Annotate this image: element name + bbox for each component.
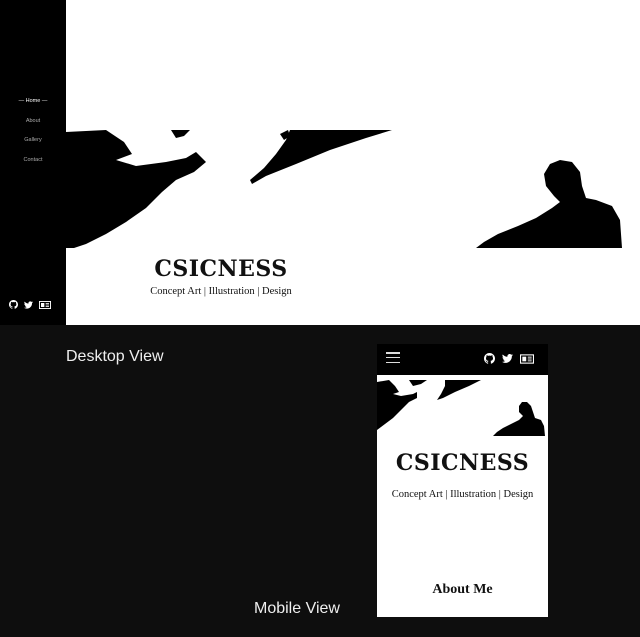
site-tagline: Concept Art | Illustration | Design xyxy=(150,286,292,297)
social-links xyxy=(9,300,51,309)
sidebar: — Home — About Gallery Contact xyxy=(0,0,66,325)
mobile-preview: CSICNESS Concept Art | Illustration | De… xyxy=(377,344,548,617)
sidebar-nav: — Home — About Gallery Contact xyxy=(0,96,66,174)
mobile-social-links xyxy=(484,353,534,364)
about-me-heading: About Me xyxy=(432,582,493,597)
site-title: CSICNESS xyxy=(154,256,288,282)
desktop-preview: — Home — About Gallery Contact CSICNESS … xyxy=(0,0,640,325)
mobile-hero-artwork xyxy=(377,380,545,436)
nav-item-contact[interactable]: Contact xyxy=(24,155,43,175)
id-card-icon[interactable] xyxy=(39,300,51,309)
mobile-view-caption: Mobile View xyxy=(254,600,340,617)
desktop-view-caption: Desktop View xyxy=(66,348,164,365)
nav-item-about[interactable]: About xyxy=(26,116,40,136)
mobile-topbar xyxy=(377,344,548,375)
github-icon[interactable] xyxy=(9,300,18,309)
hero-artwork xyxy=(66,130,622,248)
nav-item-home[interactable]: — Home — xyxy=(19,96,48,116)
twitter-icon[interactable] xyxy=(24,300,33,309)
twitter-icon[interactable] xyxy=(502,354,513,363)
id-card-icon[interactable] xyxy=(520,353,534,364)
mobile-site-tagline: Concept Art | Illustration | Design xyxy=(391,489,534,500)
github-icon[interactable] xyxy=(484,353,495,364)
nav-item-gallery[interactable]: Gallery xyxy=(24,135,41,155)
hamburger-icon[interactable] xyxy=(386,352,400,363)
mobile-site-title: CSICNESS xyxy=(395,450,530,476)
